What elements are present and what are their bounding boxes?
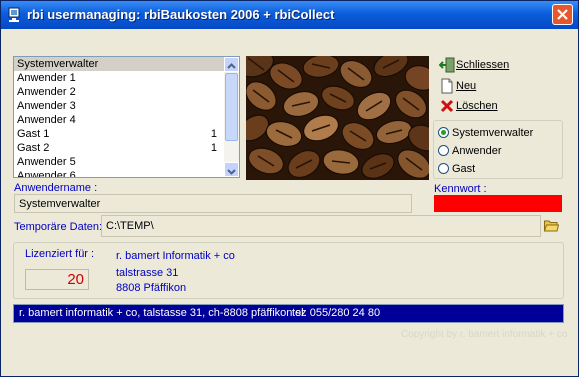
- list-item[interactable]: Gast 11: [14, 127, 239, 141]
- window-title: rbi usermanaging: rbiBaukosten 2006 + rb…: [27, 7, 335, 22]
- chevron-down-icon: [227, 169, 236, 175]
- password-label: Kennwort :: [434, 183, 487, 195]
- list-item[interactable]: Gast 21: [14, 141, 239, 155]
- temp-data-label: Temporäre Daten:: [14, 221, 103, 233]
- chevron-up-icon: [227, 63, 236, 69]
- list-item[interactable]: Anwender 3: [14, 99, 239, 113]
- window-close-button[interactable]: [552, 4, 573, 25]
- radio-indicator: [438, 127, 449, 138]
- temp-path-field[interactable]: C:\TEMP\: [101, 215, 541, 237]
- new-document-icon: [441, 78, 453, 94]
- license-company: r. bamert Informatik + co: [116, 250, 235, 262]
- radio-indicator: [438, 163, 449, 174]
- list-item[interactable]: Anwender 5: [14, 155, 239, 169]
- scroll-down-button[interactable]: [224, 162, 239, 177]
- username-label: Anwendername :: [14, 182, 98, 194]
- radio-indicator: [438, 145, 449, 156]
- title-bar[interactable]: rbi usermanaging: rbiBaukosten 2006 + rb…: [1, 1, 578, 29]
- list-scrollbar[interactable]: [224, 57, 239, 177]
- user-list[interactable]: Systemverwalter Anwender 1 Anwender 2 An…: [13, 56, 240, 178]
- close-icon: [557, 9, 568, 20]
- license-city: 8808 Pfäffikon: [116, 282, 187, 294]
- license-count: 20: [25, 269, 89, 290]
- password-field[interactable]: [434, 195, 562, 212]
- exit-door-icon: [439, 57, 455, 73]
- role-radio-group: Systemverwalter Anwender Gast: [433, 120, 563, 179]
- status-phone: tel. 055/280 24 80: [292, 307, 381, 319]
- list-item[interactable]: Anwender 1: [14, 71, 239, 85]
- list-item[interactable]: Anwender 2: [14, 85, 239, 99]
- folder-icon[interactable]: [544, 219, 559, 232]
- scroll-up-button[interactable]: [224, 57, 239, 72]
- license-label: Lizenziert für :: [25, 248, 95, 260]
- menu-strip: [5, 31, 574, 41]
- license-street: talstrasse 31: [116, 267, 179, 279]
- copyright-text: Copyright by r. bamert informatik + co: [401, 329, 568, 340]
- list-item[interactable]: Anwender 6: [14, 169, 239, 177]
- app-icon: [8, 7, 20, 22]
- list-item[interactable]: Systemverwalter: [14, 57, 239, 71]
- delete-x-icon: [440, 99, 454, 113]
- status-address: r. bamert informatik + co, talstasse 31,…: [19, 307, 307, 319]
- scroll-thumb[interactable]: [225, 73, 238, 141]
- app-window: rbi usermanaging: rbiBaukosten 2006 + rb…: [0, 0, 579, 377]
- username-field[interactable]: Systemverwalter: [14, 194, 412, 213]
- license-group: [13, 242, 564, 299]
- status-bar: r. bamert informatik + co, talstasse 31,…: [13, 304, 564, 323]
- coffee-beans-image: [246, 56, 429, 180]
- list-item[interactable]: Anwender 4: [14, 113, 239, 127]
